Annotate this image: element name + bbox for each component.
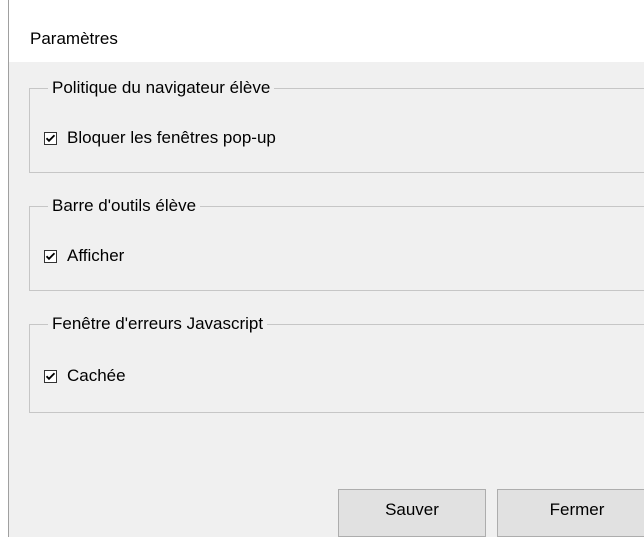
group-legend-js-errors: Fenêtre d'erreurs Javascript: [48, 313, 268, 335]
dialog-client-area: Politique du navigateur élève Bloquer le…: [9, 62, 644, 537]
group-javascript-errors-window: Fenêtre d'erreurs Javascript Cachée: [29, 313, 644, 413]
checkbox-checked-icon[interactable]: [44, 249, 57, 263]
save-button[interactable]: Sauver: [338, 489, 486, 537]
close-button[interactable]: Fermer: [497, 489, 644, 537]
checkbox-checked-icon[interactable]: [44, 131, 57, 145]
checkbox-label-hidden-errors[interactable]: Cachée: [67, 366, 126, 386]
checkbox-label-show-toolbar[interactable]: Afficher: [67, 246, 124, 266]
group-student-toolbar: Barre d'outils élève Afficher: [29, 195, 644, 291]
checkbox-show-toolbar[interactable]: Afficher: [44, 246, 124, 266]
window-title: Paramètres: [30, 29, 118, 48]
title-bar[interactable]: Paramètres: [9, 0, 644, 62]
group-legend-toolbar: Barre d'outils élève: [48, 195, 201, 217]
settings-dialog: Paramètres Politique du navigateur élève…: [0, 0, 644, 537]
checkbox-label-block-popups[interactable]: Bloquer les fenêtres pop-up: [67, 128, 276, 148]
checkbox-hidden-errors[interactable]: Cachée: [44, 366, 126, 386]
checkbox-block-popups[interactable]: Bloquer les fenêtres pop-up: [44, 128, 276, 148]
group-student-browser-policy: Politique du navigateur élève Bloquer le…: [29, 77, 644, 173]
group-legend-browser-policy: Politique du navigateur élève: [48, 77, 275, 99]
checkbox-checked-icon[interactable]: [44, 369, 57, 383]
